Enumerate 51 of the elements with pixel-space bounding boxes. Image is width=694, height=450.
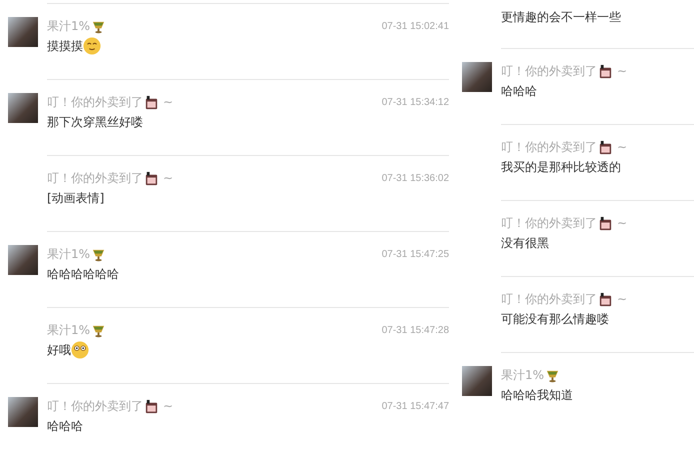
message-time: 07-31 15:47:28 [382,324,449,336]
smiling-face-icon [83,37,101,55]
message-time: 07-31 15:36:02 [382,172,449,184]
name-suffix: ~ [163,399,174,413]
message-text: [动画表情] [47,190,104,206]
sender-name: 叮！你的外卖到了 [501,138,597,156]
avatar-photo[interactable] [462,366,492,396]
message-text: 哈哈哈 [501,82,537,100]
avatar-photo[interactable] [462,62,492,92]
name-suffix: ~ [617,140,628,154]
message-text: 没有很黑 [501,234,549,252]
name-suffix: ~ [163,95,174,109]
message-text: 那下次穿黑丝好喽 [47,114,143,130]
takeout-box-icon [144,94,159,110]
message-text: 摸摸摸 [47,38,83,54]
avatar-photo[interactable] [8,245,38,275]
takeout-box-icon [598,216,613,230]
takeout-box-icon [598,140,613,154]
avatar-photo[interactable] [8,397,38,427]
message-time: 07-31 15:02:41 [382,20,449,32]
message-text: 哈哈哈哈哈哈 [47,266,119,282]
sender-name: 叮！你的外卖到了 [501,62,597,80]
avatar-photo[interactable] [8,93,38,123]
name-suffix: ~ [617,216,628,230]
sender-name: 叮！你的外卖到了 [47,398,143,414]
takeout-box-icon [598,64,613,78]
message-text: 哈哈哈我知道 [501,386,573,404]
sender-name: 果汁1% [47,246,90,262]
message-text: 可能没有那么情趣喽 [501,310,609,328]
sender-name: 果汁1% [47,322,90,338]
name-suffix: ~ [617,64,628,78]
takeout-box-icon [598,292,613,306]
message-text: 更情趣的会不一样一些 [501,8,621,26]
name-suffix: ~ [617,292,628,306]
message-text: 哈哈哈 [47,418,83,434]
sender-name: 叮！你的外卖到了 [501,290,597,308]
message-time: 07-31 15:34:12 [382,96,449,108]
message-time: 07-31 15:47:47 [382,400,449,412]
sender-name: 叮！你的外卖到了 [47,94,143,110]
message-text: 好哦 [47,342,71,358]
sender-name: 果汁1% [47,18,90,34]
message-time: 07-31 15:47:25 [382,248,449,260]
takeout-box-icon [144,170,159,186]
sender-name: 叮！你的外卖到了 [501,214,597,232]
sender-name: 果汁1% [501,366,544,384]
wide-eyed-face-icon [71,341,89,359]
sender-name: 叮！你的外卖到了 [47,170,143,186]
avatar-photo[interactable] [8,17,38,47]
takeout-box-icon [144,398,159,414]
message-text: 我买的是那种比较透的 [501,158,621,176]
name-suffix: ~ [163,171,174,185]
